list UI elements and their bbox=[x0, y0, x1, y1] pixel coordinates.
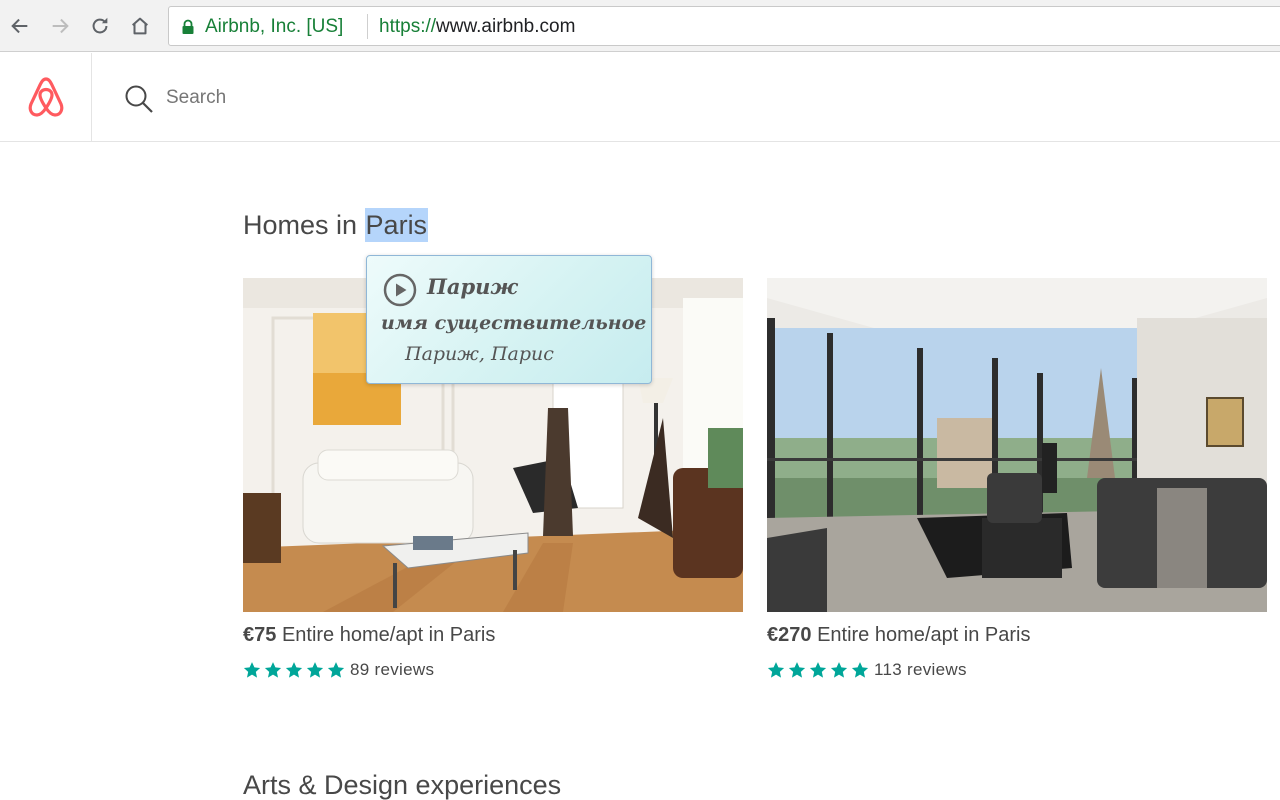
apartment-view-photo bbox=[767, 278, 1267, 612]
selected-word[interactable]: Paris bbox=[364, 208, 429, 242]
section-title-experiences: Arts & Design experiences bbox=[243, 770, 562, 800]
forward-button[interactable] bbox=[46, 12, 74, 40]
section-title: Homes in Paris bbox=[243, 208, 429, 242]
listing-rating: 113 reviews bbox=[767, 659, 1267, 681]
back-arrow-icon bbox=[11, 18, 28, 34]
listing-rating: 89 reviews bbox=[243, 659, 743, 681]
listing-description: Entire home/apt in Paris bbox=[281, 624, 496, 646]
listing-photo[interactable] bbox=[767, 278, 1267, 612]
lock-icon bbox=[182, 19, 194, 34]
star-icon bbox=[788, 662, 806, 678]
dictionary-translation: Париж, Парис bbox=[405, 343, 554, 365]
search-icon bbox=[125, 85, 153, 113]
star-icon bbox=[830, 662, 848, 678]
omnibox-divider bbox=[367, 14, 368, 39]
search-input[interactable] bbox=[166, 83, 866, 113]
star-icon bbox=[851, 662, 869, 678]
airbnb-logo-icon bbox=[28, 77, 63, 117]
star-icon bbox=[285, 662, 303, 678]
star-icon bbox=[809, 662, 827, 678]
star-rating bbox=[767, 661, 869, 679]
star-icon bbox=[306, 662, 324, 678]
site-header bbox=[0, 53, 1280, 142]
address-bar[interactable]: Airbnb, Inc. [US] https://www.airbnb.com bbox=[168, 6, 1280, 46]
back-button[interactable] bbox=[6, 12, 34, 40]
star-icon bbox=[327, 662, 345, 678]
review-count: 89 reviews bbox=[350, 660, 435, 679]
dictionary-popup: Париж имя существительное Париж, Парис bbox=[366, 255, 652, 384]
review-count: 113 reviews bbox=[874, 660, 967, 679]
star-icon bbox=[243, 662, 261, 678]
play-icon[interactable] bbox=[383, 273, 417, 307]
listing-price: €75 bbox=[243, 624, 277, 646]
url-scheme: https:// bbox=[379, 16, 437, 37]
star-rating bbox=[243, 661, 345, 679]
listing-summary: €75 Entire home/apt in Paris bbox=[243, 624, 743, 647]
reload-button[interactable] bbox=[86, 12, 114, 40]
home-button[interactable] bbox=[126, 12, 154, 40]
star-icon bbox=[264, 662, 282, 678]
home-icon bbox=[132, 17, 148, 35]
url-text[interactable]: https://www.airbnb.com bbox=[379, 16, 575, 38]
listing-price: €270 bbox=[767, 624, 812, 646]
listing-description: Entire home/apt in Paris bbox=[817, 624, 1031, 646]
reload-icon bbox=[92, 17, 108, 34]
listing-card[interactable]: €270 Entire home/apt in Paris 113 review… bbox=[767, 278, 1267, 681]
listing-summary: €270 Entire home/apt in Paris bbox=[767, 624, 1267, 647]
forward-arrow-icon bbox=[52, 18, 69, 34]
star-icon bbox=[767, 662, 785, 678]
logo-link[interactable] bbox=[0, 53, 92, 141]
browser-toolbar: Airbnb, Inc. [US] https://www.airbnb.com bbox=[0, 0, 1280, 52]
ev-certificate-name[interactable]: Airbnb, Inc. [US] bbox=[205, 16, 343, 38]
dictionary-word: Париж bbox=[427, 274, 518, 299]
section-title-prefix: Homes in bbox=[243, 210, 365, 240]
dictionary-part-of-speech: имя существительное bbox=[381, 312, 647, 334]
url-host: www.airbnb.com bbox=[436, 16, 576, 37]
